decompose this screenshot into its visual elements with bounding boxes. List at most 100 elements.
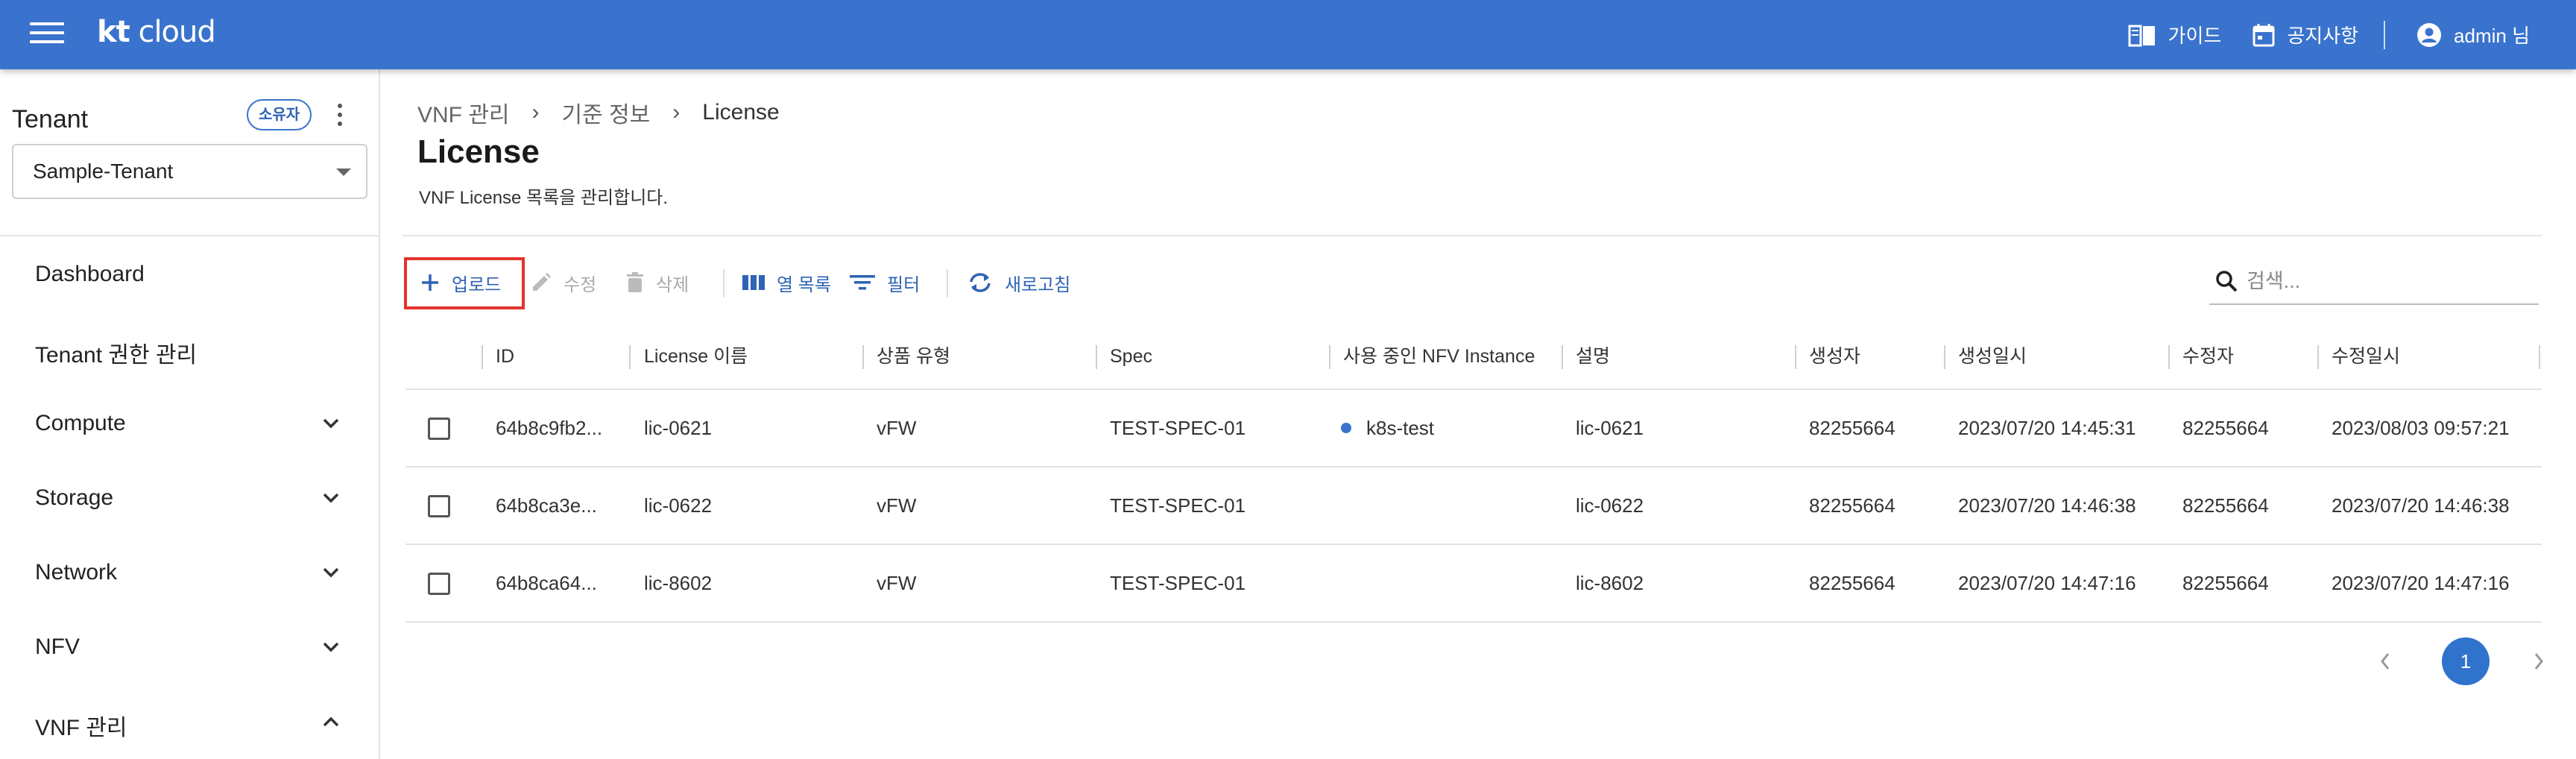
column-header-creator[interactable]: 생성자 [1809,323,1860,390]
sidebar-item-label: VNF 관리 [35,716,127,740]
chevron-right-icon[interactable] [2531,651,2546,672]
cell-modifier: 82255664 [2182,417,2269,439]
cell-license-name: lic-0621 [644,417,713,439]
guide-link[interactable]: 가이드 [2128,21,2221,48]
column-header-spec[interactable]: Spec [1110,323,1152,390]
cell-modifier: 82255664 [2182,572,2269,594]
cell-product-type: vFW [877,572,917,594]
plus-icon [422,274,438,291]
column-divider [482,345,483,369]
chevron-down-icon [323,418,339,429]
page-description: VNF License 목록을 관리합니다. [419,188,669,208]
column-header-created-at[interactable]: 생성일시 [1958,323,2027,390]
column-divider [629,345,631,369]
row-checkbox[interactable] [428,495,450,517]
nfv-instance-name: k8s-test [1366,417,1435,439]
cell-creator: 82255664 [1809,572,1895,594]
sidebar-item-storage[interactable]: Storage [0,465,379,532]
table-toolbar: 업로드 수정 삭제 열 목록 필터 새로고침 [402,254,2542,311]
cell-description: lic-0622 [1576,494,1644,517]
chevron-right-icon: › [531,100,540,125]
user-menu[interactable]: admin 님 [2416,21,2530,48]
chevron-left-icon[interactable] [2378,651,2393,672]
column-divider [1329,345,1330,369]
columns-button[interactable]: 열 목록 [742,254,831,311]
cell-modified-at: 2023/08/03 09:57:21 [2332,417,2510,439]
page-title: License [417,133,540,170]
filter-icon [850,275,875,290]
cell-creator: 82255664 [1809,494,1895,517]
cell-spec: TEST-SPEC-01 [1110,494,1246,517]
cell-id: 64b8ca64... [496,572,597,594]
column-divider [1562,345,1563,369]
notice-label: 공지사항 [2287,25,2359,47]
owner-badge: 소유자 [247,99,312,130]
search-input[interactable] [2247,269,2530,293]
toolbar-divider [947,269,948,297]
column-header-nfv-instance[interactable]: 사용 중인 NFV Instance [1343,323,1535,390]
breadcrumb-license: License [702,100,780,125]
cell-spec: TEST-SPEC-01 [1110,572,1246,594]
sidebar-item-label: Network [35,560,118,585]
status-dot [1341,423,1351,434]
pencil-icon [533,273,551,291]
table-row[interactable]: 64b8ca3e... lic-0622 vFW TEST-SPEC-01 li… [405,467,2542,545]
cell-description: lic-8602 [1576,572,1644,594]
table-row[interactable]: 64b8c9fb2... lic-0621 vFW TEST-SPEC-01 k… [405,390,2542,467]
tenant-select[interactable]: Sample-Tenant [12,144,367,199]
calendar-icon [2253,23,2275,46]
column-header-description[interactable]: 설명 [1576,323,1610,390]
column-header-license-name[interactable]: License 이름 [644,323,748,390]
notice-link[interactable]: 공지사항 [2253,21,2358,48]
sidebar-item-nfv[interactable]: NFV [0,614,379,681]
sidebar-item-network[interactable]: Network [0,540,379,607]
cell-created-at: 2023/07/20 14:47:16 [1958,572,2136,594]
content-divider [402,235,2542,236]
cell-product-type: vFW [877,494,917,517]
page-number-current[interactable]: 1 [2442,637,2490,685]
cell-created-at: 2023/07/20 14:45:31 [1958,417,2136,439]
columns-label: 열 목록 [777,274,831,295]
filter-button[interactable]: 필터 [850,254,920,311]
column-divider [1795,345,1796,369]
delete-button[interactable]: 삭제 [626,254,689,311]
cell-product-type: vFW [877,417,917,439]
kt-cloud-logo[interactable]: kt cloud [97,15,216,49]
tenant-title: Tenant [12,105,89,133]
cell-id: 64b8ca3e... [496,494,597,517]
view-column-icon [742,275,765,290]
refresh-button[interactable]: 새로고침 [967,254,1070,311]
cell-modified-at: 2023/07/20 14:47:16 [2332,572,2510,594]
chevron-right-icon: › [672,100,681,125]
upload-button[interactable]: 업로드 [420,254,501,311]
sidebar-item-compute[interactable]: Compute [0,391,379,458]
sidebar-item-label: NFV [35,634,80,659]
edit-button[interactable]: 수정 [531,254,596,311]
search-box [2209,259,2539,305]
license-table: ID License 이름 상품 유형 Spec 사용 중인 NFV Insta… [405,323,2542,623]
hamburger-menu-icon[interactable] [30,22,64,48]
column-header-id[interactable]: ID [496,323,514,390]
row-checkbox[interactable] [428,573,450,595]
cell-description: lic-0621 [1576,417,1644,439]
cell-nfv-instance: k8s-test [1341,390,1434,466]
refresh-label: 새로고침 [1005,274,1071,295]
sidebar-item-dashboard[interactable]: Dashboard [0,242,379,309]
sidebar-item-vnf-management[interactable]: VNF 관리 [0,689,379,756]
edit-label: 수정 [564,274,597,295]
breadcrumb-vnf-management[interactable]: VNF 관리 [417,96,510,129]
top-app-bar: kt cloud 가이드 공지사항 admin 님 [0,0,2576,69]
breadcrumb-base-info[interactable]: 기준 정보 [562,96,651,129]
book-icon [2128,25,2155,46]
more-vert-icon[interactable] [335,104,344,129]
sidebar-item-tenant-permission[interactable]: Tenant 권한 관리 [0,316,379,383]
cell-id: 64b8c9fb2... [496,417,603,439]
cell-license-name: lic-8602 [644,572,713,594]
column-header-product-type[interactable]: 상품 유형 [877,323,950,390]
column-divider [1944,345,1945,369]
row-checkbox[interactable] [428,418,450,440]
column-header-modifier[interactable]: 수정자 [2182,323,2234,390]
column-header-modified-at[interactable]: 수정일시 [2332,323,2400,390]
breadcrumb: VNF 관리 › 기준 정보 › License [417,96,780,129]
table-row[interactable]: 64b8ca64... lic-8602 vFW TEST-SPEC-01 li… [405,545,2542,623]
